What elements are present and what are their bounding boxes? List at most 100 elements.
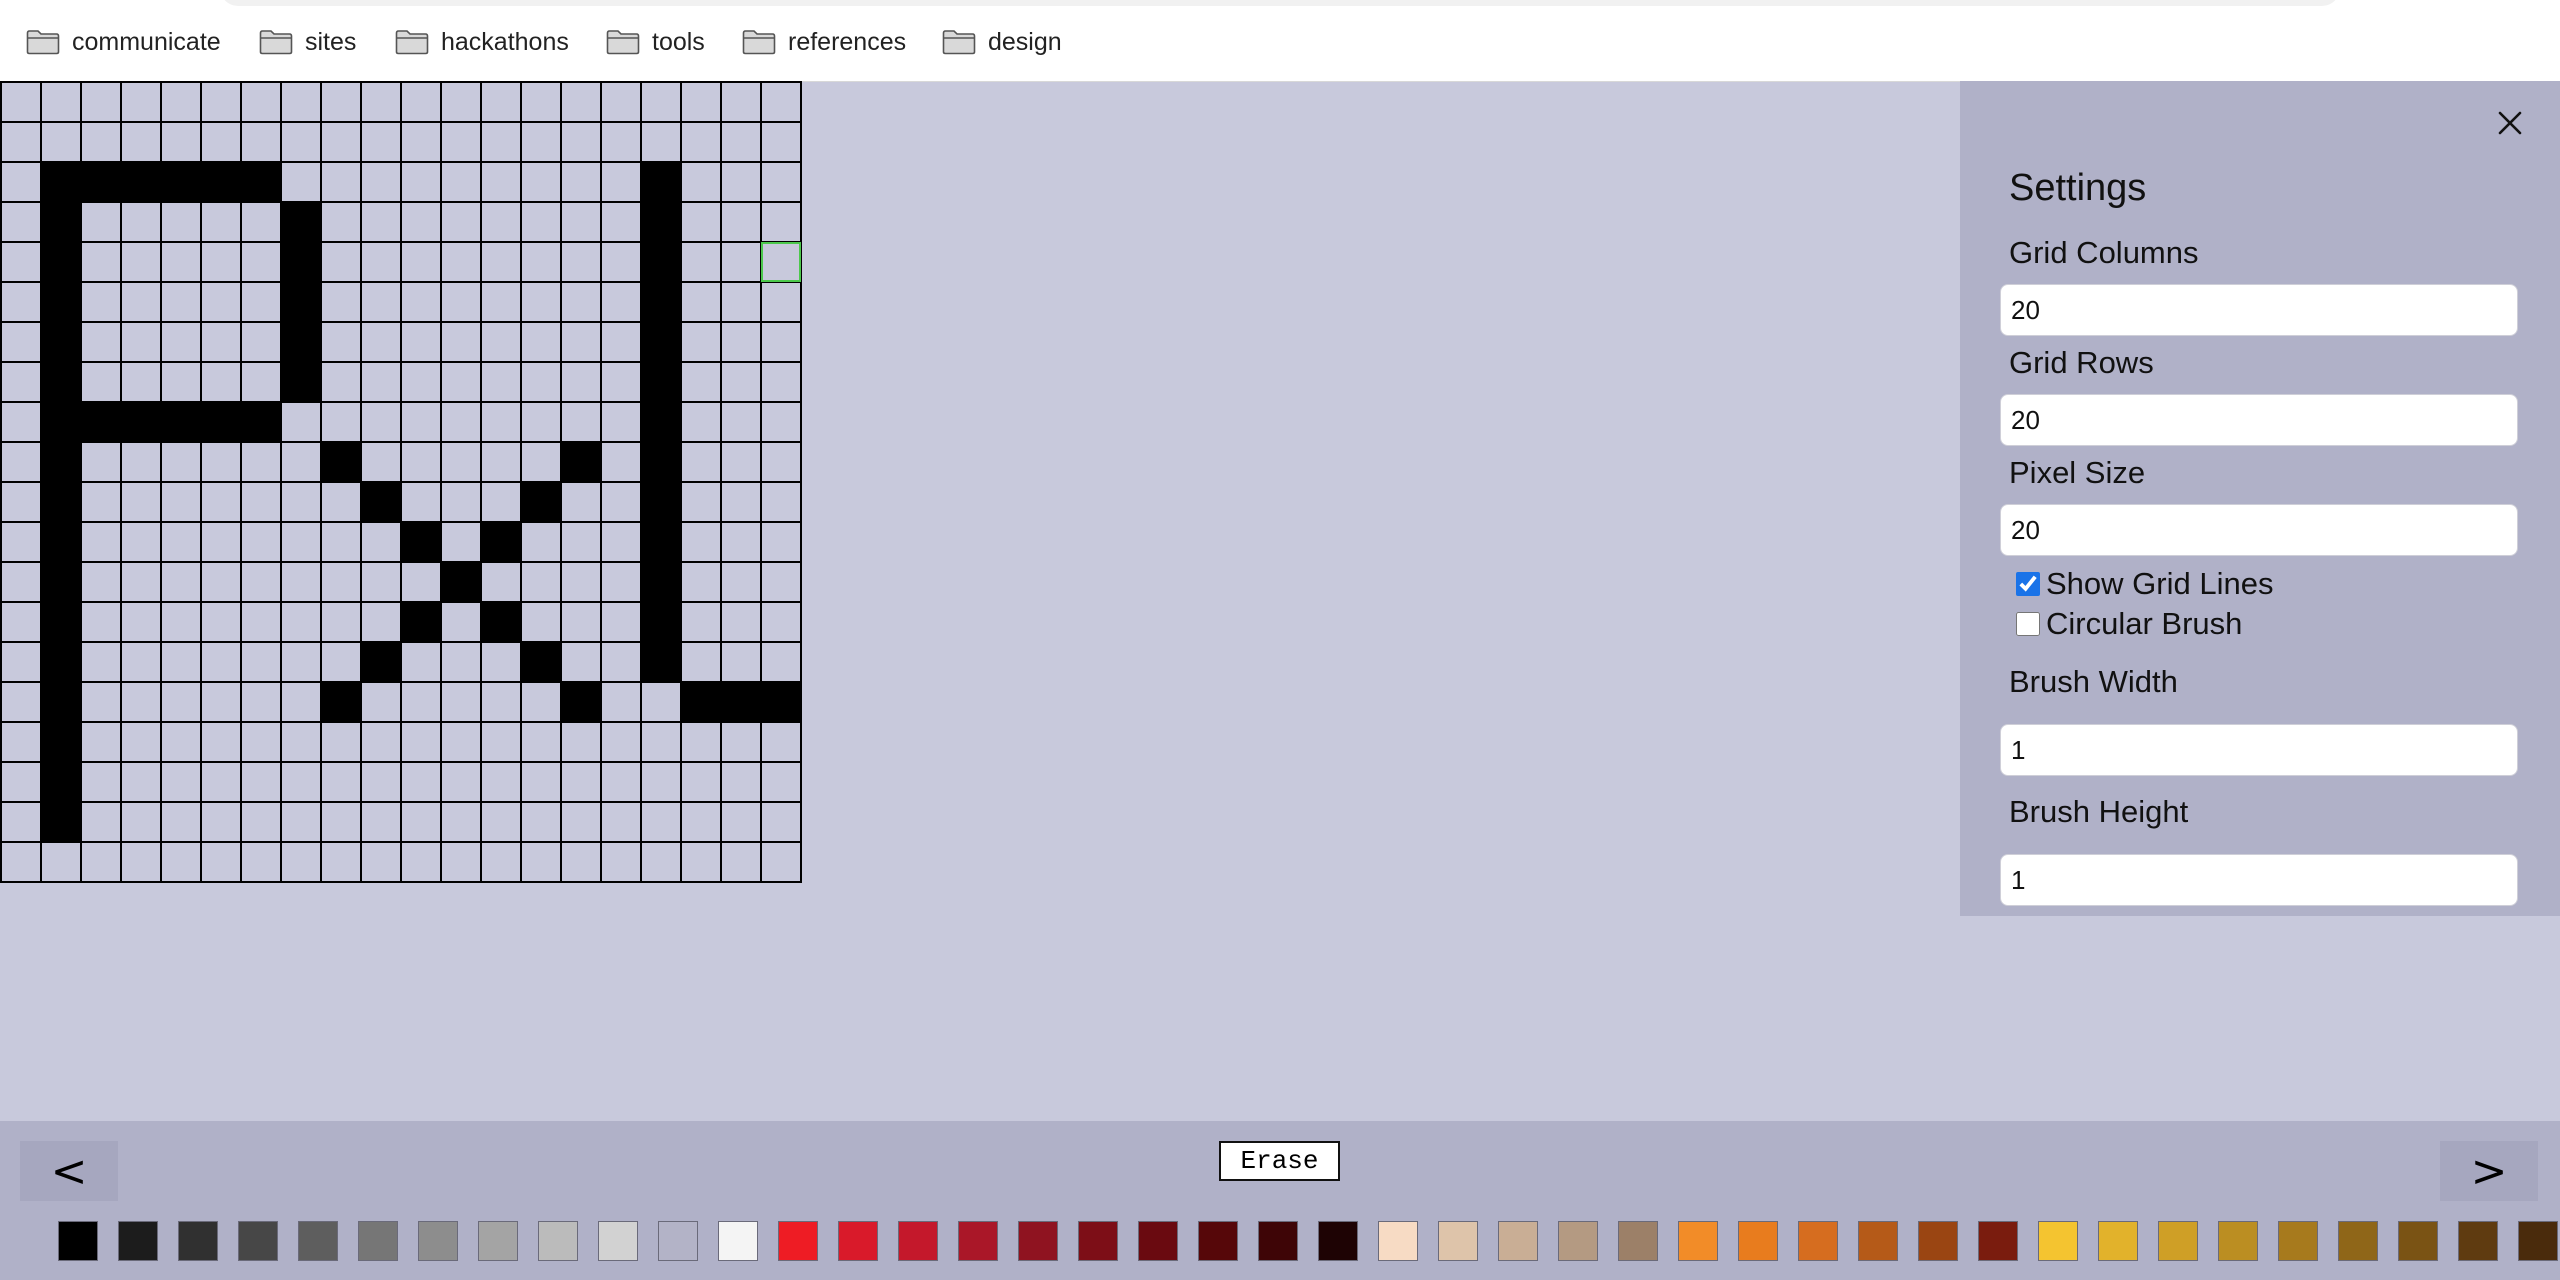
filled-pixel[interactable] <box>41 442 81 482</box>
color-swatch[interactable] <box>1018 1221 1058 1261</box>
pixel-canvas[interactable] <box>0 81 802 883</box>
brush-height-input[interactable] <box>2000 854 2518 906</box>
filled-pixel[interactable] <box>41 682 81 722</box>
color-swatch[interactable] <box>958 1221 998 1261</box>
filled-pixel[interactable] <box>121 162 161 202</box>
color-swatch[interactable] <box>1618 1221 1658 1261</box>
bookmark-tools[interactable]: tools <box>606 22 705 62</box>
color-swatch[interactable] <box>1498 1221 1538 1261</box>
circular-brush-checkbox[interactable] <box>2016 612 2040 636</box>
filled-pixel[interactable] <box>681 682 721 722</box>
color-swatch[interactable] <box>478 1221 518 1261</box>
filled-pixel[interactable] <box>281 202 321 242</box>
filled-pixel[interactable] <box>41 562 81 602</box>
filled-pixel[interactable] <box>41 482 81 522</box>
bookmark-sites[interactable]: sites <box>259 22 356 62</box>
filled-pixel[interactable] <box>41 642 81 682</box>
color-swatch[interactable] <box>1858 1221 1898 1261</box>
color-swatch[interactable] <box>2518 1221 2558 1261</box>
filled-pixel[interactable] <box>281 242 321 282</box>
filled-pixel[interactable] <box>641 562 681 602</box>
filled-pixel[interactable] <box>641 162 681 202</box>
filled-pixel[interactable] <box>161 162 201 202</box>
filled-pixel[interactable] <box>41 322 81 362</box>
color-swatch[interactable] <box>1258 1221 1298 1261</box>
filled-pixel[interactable] <box>201 162 241 202</box>
filled-pixel[interactable] <box>641 402 681 442</box>
pixel-size-input[interactable] <box>2000 504 2518 556</box>
color-swatch[interactable] <box>1558 1221 1598 1261</box>
brush-width-input[interactable] <box>2000 724 2518 776</box>
color-swatch[interactable] <box>358 1221 398 1261</box>
color-swatch[interactable] <box>298 1221 338 1261</box>
filled-pixel[interactable] <box>81 162 121 202</box>
circular-brush-option[interactable]: Circular Brush <box>2016 606 2242 642</box>
color-swatch[interactable] <box>1138 1221 1178 1261</box>
filled-pixel[interactable] <box>481 522 521 562</box>
erase-button[interactable]: Erase <box>1219 1141 1340 1181</box>
close-settings-button[interactable] <box>2488 101 2532 145</box>
pixel-grid[interactable] <box>0 81 802 883</box>
color-swatch[interactable] <box>1738 1221 1778 1261</box>
color-swatch[interactable] <box>538 1221 578 1261</box>
bookmark-hackathons[interactable]: hackathons <box>395 22 569 62</box>
color-swatch[interactable] <box>838 1221 878 1261</box>
color-swatch[interactable] <box>658 1221 698 1261</box>
filled-pixel[interactable] <box>321 442 361 482</box>
bookmark-communicate[interactable]: communicate <box>26 22 221 62</box>
filled-pixel[interactable] <box>641 322 681 362</box>
show-grid-lines-option[interactable]: Show Grid Lines <box>2016 566 2273 602</box>
filled-pixel[interactable] <box>641 602 681 642</box>
filled-pixel[interactable] <box>361 482 401 522</box>
filled-pixel[interactable] <box>561 442 601 482</box>
color-swatch[interactable] <box>598 1221 638 1261</box>
filled-pixel[interactable] <box>41 362 81 402</box>
bookmark-design[interactable]: design <box>942 22 1062 62</box>
color-swatch[interactable] <box>2338 1221 2378 1261</box>
color-swatch[interactable] <box>178 1221 218 1261</box>
filled-pixel[interactable] <box>41 722 81 762</box>
color-swatch[interactable] <box>418 1221 458 1261</box>
color-swatch[interactable] <box>718 1221 758 1261</box>
filled-pixel[interactable] <box>41 522 81 562</box>
filled-pixel[interactable] <box>641 442 681 482</box>
grid-columns-input[interactable] <box>2000 284 2518 336</box>
filled-pixel[interactable] <box>361 642 401 682</box>
color-swatch[interactable] <box>2458 1221 2498 1261</box>
color-swatch[interactable] <box>58 1221 98 1261</box>
filled-pixel[interactable] <box>721 682 761 722</box>
filled-pixel[interactable] <box>561 682 601 722</box>
color-swatch[interactable] <box>118 1221 158 1261</box>
color-swatch[interactable] <box>1378 1221 1418 1261</box>
previous-page-button[interactable]: < <box>20 1141 118 1201</box>
grid-rows-input[interactable] <box>2000 394 2518 446</box>
color-swatch[interactable] <box>2278 1221 2318 1261</box>
show-grid-lines-checkbox[interactable] <box>2016 572 2040 596</box>
filled-pixel[interactable] <box>481 602 521 642</box>
filled-pixel[interactable] <box>201 402 241 442</box>
filled-pixel[interactable] <box>641 522 681 562</box>
color-swatch[interactable] <box>898 1221 938 1261</box>
filled-pixel[interactable] <box>641 642 681 682</box>
color-swatch[interactable] <box>238 1221 278 1261</box>
filled-pixel[interactable] <box>441 562 481 602</box>
filled-pixel[interactable] <box>761 682 801 722</box>
color-swatch[interactable] <box>2218 1221 2258 1261</box>
address-bar[interactable] <box>220 0 2340 6</box>
color-swatch[interactable] <box>778 1221 818 1261</box>
color-swatch[interactable] <box>2038 1221 2078 1261</box>
bookmark-references[interactable]: references <box>742 22 906 62</box>
filled-pixel[interactable] <box>121 402 161 442</box>
color-swatch[interactable] <box>1678 1221 1718 1261</box>
color-swatch[interactable] <box>1318 1221 1358 1261</box>
color-swatch[interactable] <box>2158 1221 2198 1261</box>
color-swatch[interactable] <box>1438 1221 1478 1261</box>
filled-pixel[interactable] <box>41 602 81 642</box>
filled-pixel[interactable] <box>41 162 81 202</box>
color-swatch[interactable] <box>1078 1221 1118 1261</box>
filled-pixel[interactable] <box>321 682 361 722</box>
color-swatch[interactable] <box>2398 1221 2438 1261</box>
filled-pixel[interactable] <box>641 202 681 242</box>
filled-pixel[interactable] <box>281 362 321 402</box>
filled-pixel[interactable] <box>641 482 681 522</box>
